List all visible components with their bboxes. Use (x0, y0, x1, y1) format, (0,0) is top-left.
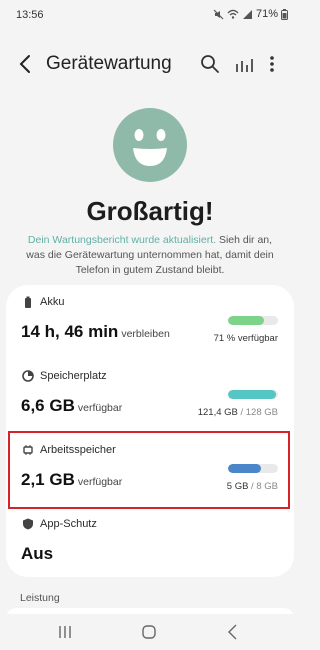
battery-row[interactable]: Akku 14 h, 46 min verbleiben 71 % verfügb… (6, 285, 294, 357)
storage-label: Speicherplatz (40, 370, 107, 382)
memory-used-text: 5 GB (226, 481, 249, 492)
storage-pie-icon (22, 370, 34, 382)
page-title: Gerätewartung (46, 53, 172, 74)
storage-total-text: / 128 GB (237, 407, 278, 418)
memory-label: Arbeitsspeicher (40, 444, 116, 456)
battery-icon (281, 8, 288, 20)
battery-icon (25, 296, 31, 308)
status-bar: 13:56 71% (0, 0, 300, 30)
status-icons: 71% (213, 8, 288, 20)
statistics-icon[interactable] (232, 52, 256, 76)
storage-value: 6,6 GB verfügbar (21, 396, 122, 416)
memory-caption: 5 GB / 8 GB (227, 481, 278, 492)
memory-value-unit: verfügbar (77, 476, 123, 488)
memory-level-fill (228, 464, 261, 473)
battery-value-unit: verbleiben (121, 328, 170, 340)
report-link[interactable]: Dein Wartungsbericht wurde aktualisiert. (28, 234, 216, 246)
signal-icon (242, 9, 252, 19)
report-description: Dein Wartungsbericht wurde aktualisiert.… (20, 233, 280, 278)
storage-level-fill (228, 390, 276, 399)
recent-apps-icon[interactable] (55, 622, 75, 642)
battery-label: Akku (40, 296, 65, 308)
shield-icon (23, 518, 33, 530)
storage-caption: 121,4 GB / 128 GB (198, 407, 278, 418)
memory-level-bar (228, 464, 278, 473)
app-protection-label: App-Schutz (40, 518, 97, 530)
battery-level-bar (228, 316, 278, 325)
more-options-icon[interactable] (262, 52, 282, 76)
app-protection-row[interactable]: App-Schutz Aus (6, 507, 294, 579)
app-bar: Gerätewartung (0, 44, 300, 84)
wifi-icon (227, 9, 239, 19)
memory-value: 2,1 GB verfügbar (21, 470, 122, 490)
back-arrow-icon[interactable] (14, 52, 38, 76)
section-header-performance: Leistung (20, 592, 60, 604)
home-icon[interactable] (139, 622, 159, 642)
memory-row[interactable]: Arbeitsspeicher 2,1 GB verfügbar 5 GB / 8… (6, 433, 294, 505)
memory-total-text: / 8 GB (248, 481, 278, 492)
memory-chip-icon (23, 445, 33, 455)
status-card: Akku 14 h, 46 min verbleiben 71 % verfügb… (6, 285, 294, 577)
storage-value-unit: verfügbar (77, 402, 123, 414)
status-headline: Großartig! (86, 196, 214, 226)
battery-available-text: 71 % verfügbar (213, 333, 278, 344)
smiley-face-icon (113, 108, 187, 182)
mute-icon (213, 9, 224, 19)
storage-row[interactable]: Speicherplatz 6,6 GB verfügbar 121,4 GB /… (6, 359, 294, 431)
memory-value-number: 2,1 GB (21, 470, 75, 489)
storage-value-number: 6,6 GB (21, 396, 75, 415)
storage-level-bar (228, 390, 278, 399)
status-time: 13:56 (16, 9, 44, 21)
storage-used-text: 121,4 GB (197, 407, 238, 418)
battery-caption: 71 % verfügbar (214, 333, 278, 344)
battery-percent: 71% (255, 8, 278, 20)
search-icon[interactable] (198, 52, 222, 76)
app-protection-value: Aus (21, 544, 54, 563)
battery-value-number: 14 h, 46 min (21, 322, 119, 341)
back-icon[interactable] (223, 622, 243, 642)
navigation-bar (0, 614, 300, 650)
battery-level-fill (228, 316, 264, 325)
battery-value: 14 h, 46 min verbleiben (21, 322, 170, 342)
